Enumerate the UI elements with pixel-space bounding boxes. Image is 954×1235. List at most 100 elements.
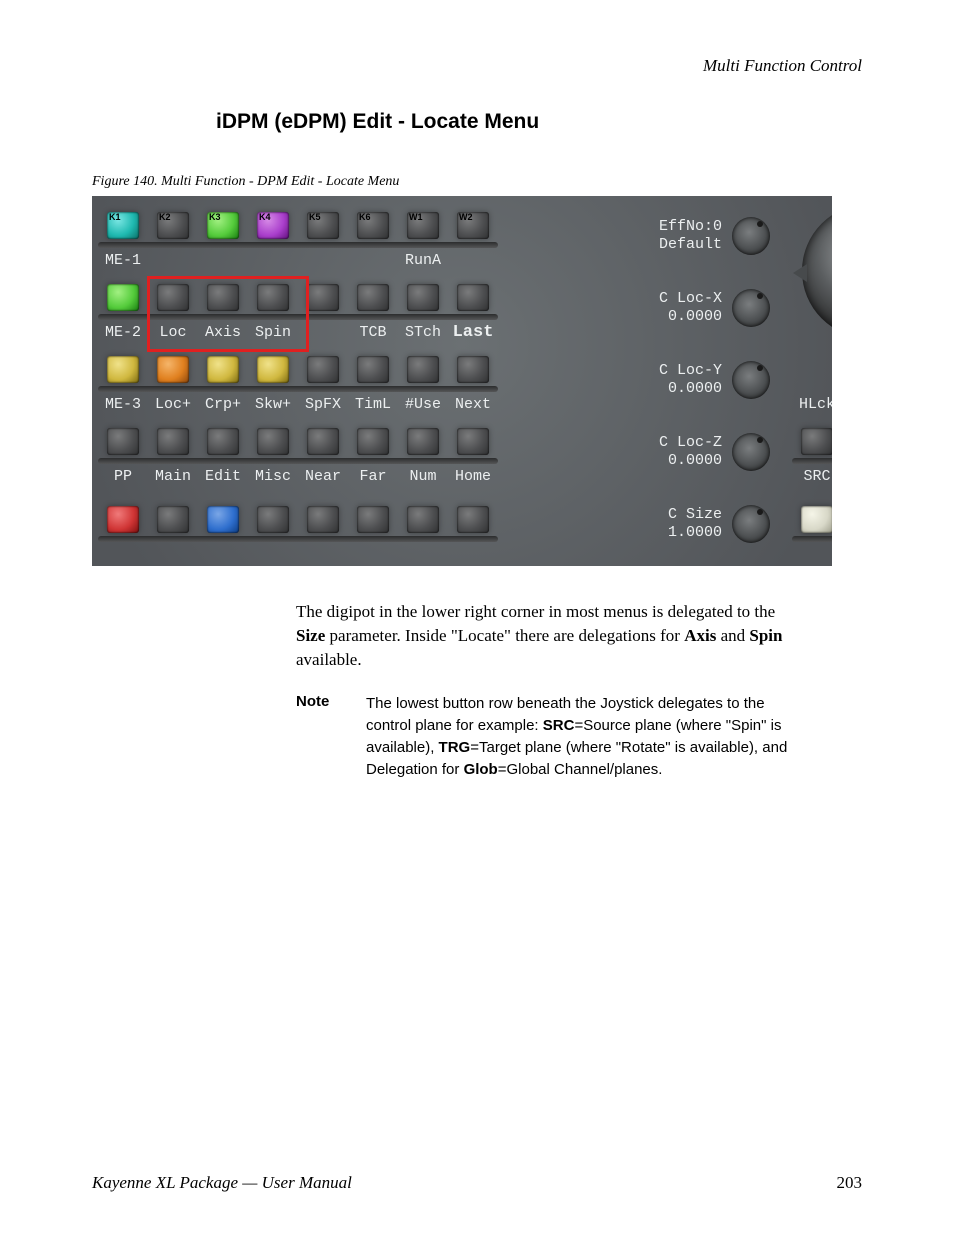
knob0-top: EffNo:0 bbox=[659, 218, 722, 235]
lbl-main: Main bbox=[148, 470, 198, 484]
lbl-r1-4 bbox=[298, 254, 348, 268]
btn-hlck[interactable] bbox=[801, 428, 832, 455]
knob3-bottom: 0.0000 bbox=[668, 452, 722, 469]
btn-num[interactable] bbox=[407, 428, 439, 455]
btn-r5-5[interactable] bbox=[357, 506, 389, 533]
btn-r5-7[interactable] bbox=[457, 506, 489, 533]
lbl-runa: RunA bbox=[398, 254, 448, 268]
figure-caption: Figure 140. Multi Function - DPM Edit - … bbox=[92, 174, 862, 190]
lbl-loc: Loc bbox=[148, 326, 198, 340]
btn-stch[interactable] bbox=[407, 284, 439, 311]
lbl-tcb: TCB bbox=[348, 326, 398, 340]
lbl-spfx: SpFX bbox=[298, 398, 348, 412]
lbl-edit: Edit bbox=[198, 470, 248, 484]
btn-r5-0[interactable] bbox=[107, 506, 139, 533]
btn-home[interactable] bbox=[457, 428, 489, 455]
tag-w1: W1 bbox=[409, 212, 423, 222]
btn-misc[interactable] bbox=[257, 428, 289, 455]
btn-me2-0[interactable] bbox=[107, 284, 139, 311]
btn-r5-4[interactable] bbox=[307, 506, 339, 533]
btn-timl[interactable] bbox=[357, 356, 389, 383]
lbl-me3: ME-3 bbox=[98, 398, 148, 412]
tag-k4: K4 bbox=[259, 212, 271, 222]
btn-edit[interactable] bbox=[207, 428, 239, 455]
knob3-top: C Loc-Z bbox=[659, 434, 722, 451]
lbl-r1-5 bbox=[348, 254, 398, 268]
btn-k6[interactable]: K6 bbox=[357, 212, 389, 239]
body-paragraph: The digipot in the lower right corner in… bbox=[296, 600, 802, 671]
knob-locx[interactable] bbox=[732, 289, 770, 327]
btn-r5-1[interactable] bbox=[157, 506, 189, 533]
btn-pp-0[interactable] bbox=[107, 428, 139, 455]
btn-near[interactable] bbox=[307, 428, 339, 455]
btn-loc[interactable] bbox=[157, 284, 189, 311]
btn-locp[interactable] bbox=[157, 356, 189, 383]
btn-r5-3[interactable] bbox=[257, 506, 289, 533]
lbl-stch: STch bbox=[398, 326, 448, 340]
lbl-skwp: Skw+ bbox=[248, 398, 298, 412]
lbl-r1-1 bbox=[148, 254, 198, 268]
knob-locy[interactable] bbox=[732, 361, 770, 399]
lbl-r2-4 bbox=[298, 326, 348, 340]
lbl-spin: Spin bbox=[248, 326, 298, 340]
lbl-timl: TimL bbox=[348, 398, 398, 412]
knob-effno[interactable] bbox=[732, 217, 770, 255]
btn-r5-6[interactable] bbox=[407, 506, 439, 533]
tag-k6: K6 bbox=[359, 212, 371, 222]
btn-k5[interactable]: K5 bbox=[307, 212, 339, 239]
btn-w2[interactable]: W2 bbox=[457, 212, 489, 239]
lbl-pp: PP bbox=[98, 470, 148, 484]
btn-tcb[interactable] bbox=[357, 284, 389, 311]
btn-spin[interactable] bbox=[257, 284, 289, 311]
btn-far[interactable] bbox=[357, 428, 389, 455]
btn-next[interactable] bbox=[457, 356, 489, 383]
note-text: The lowest button row beneath the Joysti… bbox=[366, 693, 802, 780]
btn-use[interactable] bbox=[407, 356, 439, 383]
lbl-home: Home bbox=[448, 470, 498, 484]
knob0-bottom: Default bbox=[659, 236, 722, 253]
footer-left: Kayenne XL Package — User Manual bbox=[92, 1173, 352, 1193]
btn-r5-2[interactable] bbox=[207, 506, 239, 533]
btn-k2[interactable]: K2 bbox=[157, 212, 189, 239]
knob-size[interactable] bbox=[732, 505, 770, 543]
lbl-axis: Axis bbox=[198, 326, 248, 340]
lbl-use: #Use bbox=[398, 398, 448, 412]
btn-w1[interactable]: W1 bbox=[407, 212, 439, 239]
lbl-next: Next bbox=[448, 398, 498, 412]
tag-k2: K2 bbox=[159, 212, 171, 222]
lbl-me2: ME-2 bbox=[98, 326, 148, 340]
tag-k5: K5 bbox=[309, 212, 321, 222]
btn-me3-0[interactable] bbox=[107, 356, 139, 383]
tag-k3: K3 bbox=[209, 212, 221, 222]
knob2-bottom: 0.0000 bbox=[668, 380, 722, 397]
lbl-r1-2 bbox=[198, 254, 248, 268]
btn-r2-4[interactable] bbox=[307, 284, 339, 311]
btn-src[interactable] bbox=[801, 506, 832, 533]
lbl-last: Last bbox=[448, 326, 498, 340]
panel-screenshot: K1 K2 K3 K4 K5 K6 W1 W2 ME-1 RunA bbox=[92, 196, 832, 566]
knob1-bottom: 0.0000 bbox=[668, 308, 722, 325]
btn-k1[interactable]: K1 bbox=[107, 212, 139, 239]
knob-locz[interactable] bbox=[732, 433, 770, 471]
lbl-far: Far bbox=[348, 470, 398, 484]
lbl-me1: ME-1 bbox=[98, 254, 148, 268]
btn-k4[interactable]: K4 bbox=[257, 212, 289, 239]
lbl-r1-3 bbox=[248, 254, 298, 268]
btn-crpp[interactable] bbox=[207, 356, 239, 383]
lbl-near: Near bbox=[298, 470, 348, 484]
tag-k1: K1 bbox=[109, 212, 121, 222]
btn-main[interactable] bbox=[157, 428, 189, 455]
btn-skwp[interactable] bbox=[257, 356, 289, 383]
btn-k3[interactable]: K3 bbox=[207, 212, 239, 239]
lbl-locp: Loc+ bbox=[148, 398, 198, 412]
btn-axis[interactable] bbox=[207, 284, 239, 311]
note-label: Note bbox=[296, 693, 366, 710]
lbl-r1-7 bbox=[448, 254, 498, 268]
section-title: iDPM (eDPM) Edit - Locate Menu bbox=[216, 110, 862, 134]
btn-last[interactable] bbox=[457, 284, 489, 311]
page-number: 203 bbox=[837, 1173, 863, 1193]
knob4-top: C Size bbox=[668, 506, 722, 523]
lbl-hlck: HLck bbox=[792, 398, 832, 412]
btn-spfx[interactable] bbox=[307, 356, 339, 383]
knob1-top: C Loc-X bbox=[659, 290, 722, 307]
